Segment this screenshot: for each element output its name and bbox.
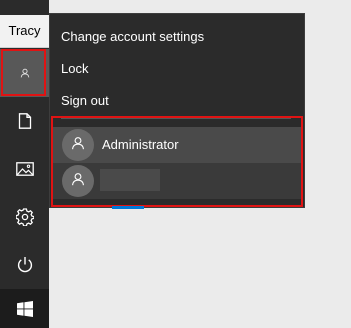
start-button[interactable] xyxy=(0,289,49,328)
users-list-highlight xyxy=(51,116,303,207)
change-account-settings-item[interactable]: Change account settings xyxy=(61,23,204,51)
power-button[interactable] xyxy=(0,241,49,289)
lock-item[interactable]: Lock xyxy=(61,55,88,83)
account-flyout: Change account settings Lock Sign out Ad… xyxy=(49,13,305,208)
gear-icon xyxy=(15,208,34,226)
user-tooltip: Tracy xyxy=(0,15,49,48)
start-rail: Tracy xyxy=(0,0,49,328)
screenshot-stage: Tracy Change account settings Lock Sign … xyxy=(0,0,351,328)
documents-button[interactable] xyxy=(0,97,49,145)
user-button-highlight xyxy=(1,49,46,96)
document-icon xyxy=(18,113,32,129)
sign-out-item[interactable]: Sign out xyxy=(61,87,109,115)
picture-icon xyxy=(15,162,34,176)
power-icon xyxy=(16,256,34,274)
taskbar-accent-indicator xyxy=(112,206,144,209)
windows-logo-icon xyxy=(16,300,33,317)
settings-button[interactable] xyxy=(0,193,49,241)
pictures-button[interactable] xyxy=(0,145,49,193)
